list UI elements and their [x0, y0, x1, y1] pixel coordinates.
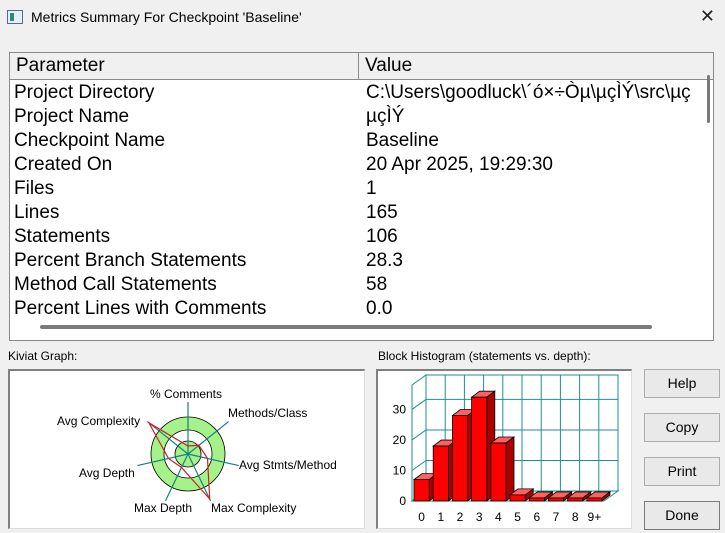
- kiviat-axis-label: Max Depth: [134, 501, 192, 515]
- value-cell: 58: [366, 274, 388, 295]
- column-header-value[interactable]: Value: [365, 55, 412, 77]
- table-row[interactable]: Lines 165: [10, 201, 700, 225]
- vertical-scrollbar[interactable]: [707, 75, 710, 123]
- histogram-x-tick-label: 5: [514, 510, 521, 524]
- histogram-bar-front: [509, 494, 526, 502]
- block-histogram: 0 10 20 30 0 1 2 3 4 5 6 7 8 9+: [376, 369, 632, 529]
- table-row[interactable]: Project Directory C:\Users\goodluck\´ó×÷Ò…: [10, 81, 700, 105]
- histogram-y-tick-label: 30: [393, 402, 407, 416]
- kiviat-axis-label: Max Complexity: [211, 501, 296, 515]
- value-cell: µçÌÝ: [366, 106, 405, 127]
- histogram-x-tick-label: 6: [533, 510, 540, 524]
- parameter-cell: Method Call Statements: [14, 274, 217, 295]
- histogram-x-tick-label: 1: [437, 510, 444, 524]
- kiviat-svg: % Comments Methods/Class Avg Stmts/Method M…: [57, 387, 337, 515]
- table-row[interactable]: Checkpoint Name Baseline: [10, 129, 700, 153]
- parameter-cell: Lines: [14, 202, 60, 223]
- table-row[interactable]: Statements 106: [10, 225, 700, 249]
- table-row[interactable]: Project Name µçÌÝ: [10, 105, 700, 129]
- histogram-y-tick-label: 10: [393, 463, 407, 477]
- table-row[interactable]: Created On 20 Apr 2025, 19:29:30: [10, 153, 700, 177]
- parameter-cell: Percent Branch Statements: [14, 250, 247, 271]
- histogram-svg: 01020300 1 2 3 4 5 6 7 8 9+: [393, 374, 620, 524]
- column-divider[interactable]: [358, 53, 359, 79]
- close-icon[interactable]: ✕: [700, 6, 715, 27]
- histogram-bar-front: [567, 497, 584, 502]
- histogram-bar-front: [528, 497, 545, 502]
- histogram-bar: [489, 436, 516, 502]
- table-row[interactable]: Percent Branch Statements 28.3: [10, 249, 700, 273]
- table-row[interactable]: Percent Lines with Comments 0.0: [10, 297, 700, 321]
- value-cell: 0.0: [366, 298, 393, 319]
- histogram-bar-front: [586, 497, 603, 502]
- kiviat-axis-label: Methods/Class: [228, 406, 307, 420]
- histogram-x-tick-label: 7: [553, 510, 560, 524]
- value-cell: Baseline: [366, 130, 439, 151]
- histogram-x-tick-label: 3: [476, 510, 483, 524]
- window-title: Metrics Summary For Checkpoint 'Baseline…: [31, 9, 302, 25]
- kiviat-axis-label: Avg Depth: [79, 466, 135, 480]
- parameter-cell: Files: [14, 178, 55, 199]
- done-button[interactable]: Done: [644, 501, 720, 530]
- histogram-y-tick-label: 0: [399, 494, 406, 508]
- metrics-table: Parameter Value Project Directory C:\User…: [9, 52, 714, 341]
- copy-button[interactable]: Copy: [644, 413, 720, 442]
- help-button[interactable]: Help: [644, 369, 720, 398]
- table-row[interactable]: Files 1: [10, 177, 700, 201]
- table-rows: Project Directory C:\Users\goodluck\´ó×÷Ò…: [10, 81, 700, 321]
- histogram-label: Block Histogram (statements vs. depth):: [378, 349, 591, 363]
- histogram-x-tick-label: 0: [418, 510, 425, 524]
- column-header-parameter[interactable]: Parameter: [16, 55, 105, 77]
- value-cell: 165: [366, 202, 398, 223]
- kiviat-axis-label: Avg Complexity: [57, 414, 140, 428]
- histogram-y-tick-label: 20: [393, 433, 407, 447]
- kiviat-axis-label: Avg Stmts/Method: [239, 458, 337, 472]
- table-header: Parameter Value: [10, 53, 713, 80]
- histogram-bar-front: [452, 415, 469, 502]
- parameter-cell: Checkpoint Name: [14, 130, 166, 151]
- value-cell: 20 Apr 2025, 19:29:30: [366, 154, 553, 175]
- histogram-bar-front: [547, 497, 564, 502]
- kiviat-graph: % Comments Methods/Class Avg Stmts/Method M…: [8, 369, 365, 529]
- table-row[interactable]: Method Call Statements 58: [10, 273, 700, 297]
- kiviat-axis-label: % Comments: [150, 387, 222, 401]
- print-button[interactable]: Print: [644, 457, 720, 486]
- parameter-cell: Project Name: [14, 106, 130, 127]
- horizontal-scrollbar[interactable]: [40, 325, 652, 329]
- histogram-bar-side: [505, 436, 515, 502]
- histogram-x-tick-label: 9+: [588, 510, 602, 524]
- value-cell: 106: [366, 226, 398, 247]
- histogram-bar-front: [471, 396, 488, 502]
- parameter-cell: Percent Lines with Comments: [14, 298, 267, 319]
- histogram-bar-front: [432, 445, 449, 502]
- parameter-cell: Statements: [14, 226, 111, 247]
- app-icon: [7, 10, 23, 24]
- parameter-cell: Created On: [14, 154, 113, 175]
- histogram-x-tick-label: 2: [457, 510, 464, 524]
- value-cell: C:\Users\goodluck\´ó×÷Òµ\µçÌÝ\src\µç: [366, 82, 691, 103]
- kiviat-label: Kiviat Graph:: [8, 349, 78, 363]
- histogram-x-tick-label: 8: [572, 510, 579, 524]
- value-cell: 28.3: [366, 250, 403, 271]
- histogram-x-tick-label: 4: [495, 510, 502, 524]
- histogram-bar-front: [490, 442, 507, 502]
- histogram-bar-front: [413, 479, 430, 502]
- parameter-cell: Project Directory: [14, 82, 155, 103]
- title-bar: Metrics Summary For Checkpoint 'Baseline…: [0, 0, 725, 36]
- value-cell: 1: [366, 178, 377, 199]
